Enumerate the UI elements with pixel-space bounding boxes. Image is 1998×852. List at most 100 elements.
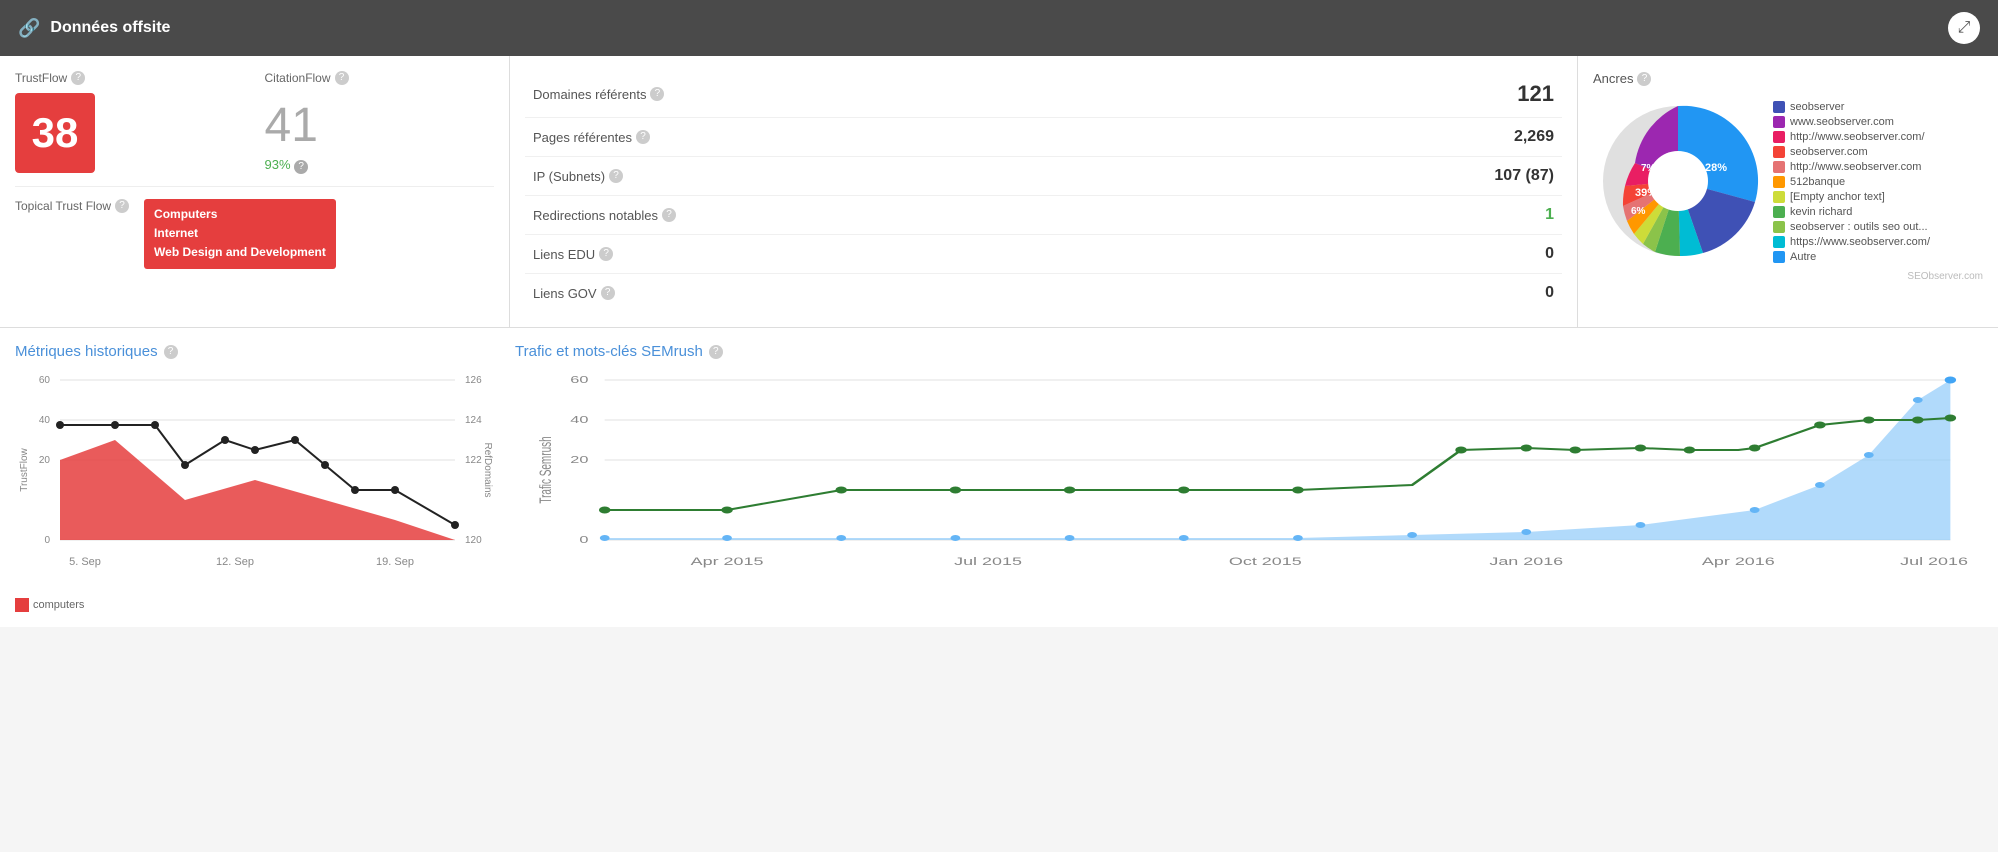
svg-text:6%: 6% (1631, 206, 1646, 217)
svg-text:120: 120 (465, 535, 482, 546)
pct-label: 93% ? (265, 157, 309, 174)
ancres-legend: seobserver www.seobserver.com http://www… (1773, 101, 1930, 263)
expand-button[interactable]: ⤢ (1948, 12, 1980, 44)
svg-text:Apr 2016: Apr 2016 (1702, 556, 1775, 568)
historique-panel: Métriques historiques ? 60 40 20 0 126 1… (15, 343, 495, 612)
legend-item: 512banque (1773, 176, 1930, 188)
domaines-label: Domaines référents ? (533, 87, 664, 102)
topical-info-icon[interactable]: ? (115, 199, 129, 213)
legend-color (1773, 146, 1785, 158)
legend-color (1773, 176, 1785, 188)
pages-info-icon[interactable]: ? (636, 130, 650, 144)
ip-info-icon[interactable]: ? (609, 169, 623, 183)
legend-computers: computers (15, 598, 84, 612)
legend-item: www.seobserver.com (1773, 116, 1930, 128)
ancres-title: Ancres ? (1593, 71, 1983, 86)
svg-text:0: 0 (579, 534, 588, 545)
legend-color (1773, 131, 1785, 143)
metrics-left-panel: TrustFlow ? 38 CitationFlow ? 41 93% ? T… (0, 56, 510, 327)
domaines-value: 121 (1517, 81, 1554, 107)
page-title: Données offsite (50, 19, 170, 37)
legend-color (1773, 251, 1785, 263)
svg-text:0: 0 (44, 535, 50, 546)
gov-label: Liens GOV ? (533, 286, 615, 301)
citation-flow-label: CitationFlow ? (265, 71, 349, 85)
metrics-middle-panel: Domaines référents ? 121 Pages référente… (510, 56, 1578, 327)
legend-item: seobserver : outils seo out... (1773, 221, 1930, 233)
redirections-info-icon[interactable]: ? (662, 208, 676, 222)
svg-text:60: 60 (570, 374, 588, 385)
bottom-section: Métriques historiques ? 60 40 20 0 126 1… (0, 328, 1998, 627)
svg-text:20: 20 (570, 454, 588, 465)
edu-label: Liens EDU ? (533, 247, 613, 262)
legend-color (1773, 206, 1785, 218)
svg-text:TrustFlow: TrustFlow (19, 447, 30, 491)
citation-flow-value: 41 (265, 98, 318, 153)
edu-row: Liens EDU ? 0 (525, 235, 1562, 274)
legend-color (1773, 221, 1785, 233)
chart-legend: computers (15, 598, 495, 612)
edu-value: 0 (1545, 245, 1554, 263)
gov-row: Liens GOV ? 0 (525, 274, 1562, 312)
edu-info-icon[interactable]: ? (599, 247, 613, 261)
svg-text:122: 122 (465, 455, 482, 466)
trust-flow-label: TrustFlow ? (15, 71, 245, 85)
svg-text:Oct 2015: Oct 2015 (1229, 556, 1302, 568)
legend-item: https://www.seobserver.com/ (1773, 236, 1930, 248)
header-title-group: 🔗 Données offsite (18, 18, 170, 39)
legend-item: [Empty anchor text] (1773, 191, 1930, 203)
ancres-content: 28% 39% 7% 6% seobserver www.seobserver.… (1593, 96, 1983, 266)
ancres-info-icon[interactable]: ? (1637, 72, 1651, 86)
citation-flow-info-icon[interactable]: ? (335, 71, 349, 85)
citation-flow-section: CitationFlow ? 41 93% ? (245, 71, 495, 174)
svg-text:7%: 7% (1641, 163, 1656, 174)
computers-legend-color (15, 598, 29, 612)
topical-trust-flow-row: Topical Trust Flow ? ComputersInternetWe… (15, 199, 494, 269)
svg-text:20: 20 (39, 455, 51, 466)
semrush-panel: Trafic et mots-clés SEMrush ? 60 40 20 0… (515, 343, 1983, 612)
ip-value: 107 (87) (1494, 167, 1554, 185)
svg-text:RefDomains: RefDomains (482, 442, 493, 497)
historique-info-icon[interactable]: ? (164, 345, 178, 359)
legend-item: seobserver.com (1773, 146, 1930, 158)
seobserver-credit: SEObserver.com (1593, 271, 1983, 282)
gov-info-icon[interactable]: ? (601, 286, 615, 300)
svg-text:Jul 2015: Jul 2015 (954, 556, 1022, 568)
legend-item: seobserver (1773, 101, 1930, 113)
link-icon: 🔗 (18, 18, 40, 39)
topical-label: Topical Trust Flow ? (15, 199, 129, 213)
domaines-info-icon[interactable]: ? (650, 87, 664, 101)
legend-color (1773, 161, 1785, 173)
svg-text:40: 40 (570, 414, 588, 425)
trust-flow-section: TrustFlow ? 38 (15, 71, 245, 174)
legend-color (1773, 116, 1785, 128)
svg-text:5. Sep: 5. Sep (69, 556, 101, 568)
legend-item: http://www.seobserver.com/ (1773, 131, 1930, 143)
svg-text:40: 40 (39, 415, 51, 426)
svg-text:126: 126 (465, 375, 482, 386)
svg-text:Jul 2016: Jul 2016 (1900, 556, 1968, 568)
redirections-value: 1 (1545, 206, 1554, 224)
domaines-row: Domaines référents ? 121 (525, 71, 1562, 118)
semrush-chart: 60 40 20 0 Trafic Semrush (515, 370, 1983, 590)
svg-text:12. Sep: 12. Sep (216, 556, 254, 568)
historique-title: Métriques historiques ? (15, 343, 495, 360)
svg-text:39%: 39% (1635, 187, 1657, 199)
semrush-info-icon[interactable]: ? (709, 345, 723, 359)
legend-color (1773, 236, 1785, 248)
header: 🔗 Données offsite ⤢ (0, 0, 1998, 56)
pie-chart: 28% 39% 7% 6% (1593, 96, 1763, 266)
top-section: TrustFlow ? 38 CitationFlow ? 41 93% ? T… (0, 56, 1998, 328)
ip-label: IP (Subnets) ? (533, 169, 623, 184)
svg-text:Apr 2015: Apr 2015 (691, 556, 764, 568)
topical-badge: ComputersInternetWeb Design and Developm… (144, 199, 336, 269)
pct-info-icon[interactable]: ? (294, 160, 308, 174)
trust-flow-info-icon[interactable]: ? (71, 71, 85, 85)
svg-text:124: 124 (465, 415, 482, 426)
svg-text:60: 60 (39, 375, 51, 386)
legend-item: kevin richard (1773, 206, 1930, 218)
redirections-label: Redirections notables ? (533, 208, 676, 223)
pages-value: 2,269 (1514, 128, 1554, 146)
gov-value: 0 (1545, 284, 1554, 302)
semrush-title: Trafic et mots-clés SEMrush ? (515, 343, 1983, 360)
